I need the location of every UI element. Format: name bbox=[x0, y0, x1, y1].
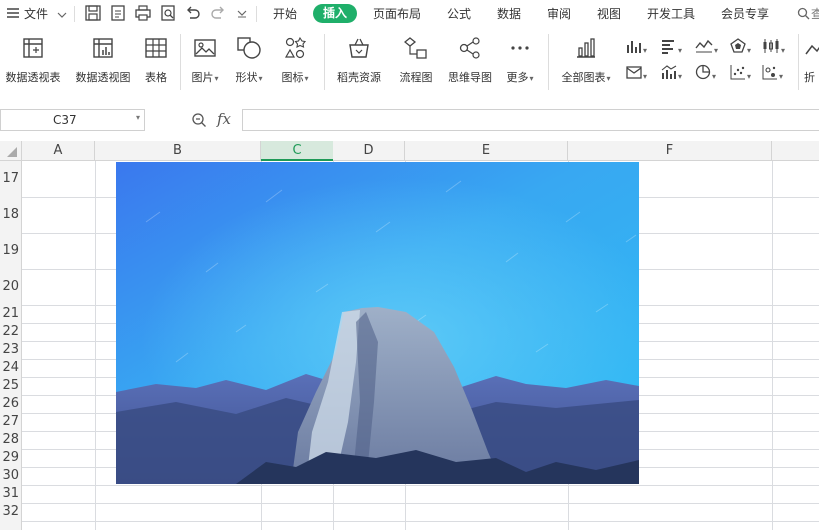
customize-toolbar-icon[interactable] bbox=[236, 8, 248, 22]
picture-button[interactable]: 图片▾ bbox=[186, 36, 224, 85]
file-menu[interactable]: 文件 bbox=[24, 5, 48, 22]
combo-chart-icon bbox=[661, 65, 677, 79]
pivot-chart-icon bbox=[72, 36, 134, 63]
bubble-chart-icon bbox=[762, 65, 777, 80]
stock-chart-icon bbox=[763, 39, 779, 53]
row-header[interactable]: 23 bbox=[0, 341, 22, 359]
search-icon[interactable] bbox=[797, 7, 810, 23]
print-preview-icon[interactable] bbox=[159, 4, 177, 25]
mindmap-icon bbox=[444, 36, 496, 63]
search-label[interactable]: 查 bbox=[811, 5, 819, 22]
row-header[interactable]: 24 bbox=[0, 359, 22, 377]
fx-icon[interactable]: fx bbox=[217, 110, 231, 128]
column-header-partial[interactable] bbox=[772, 141, 819, 161]
pie-chart-icon bbox=[695, 64, 711, 80]
tab-view[interactable]: 视图 bbox=[597, 5, 621, 22]
tab-developer[interactable]: 开发工具 bbox=[647, 5, 695, 22]
all-charts-button[interactable]: 全部图表▾ bbox=[556, 36, 616, 85]
icon-library-icon bbox=[276, 36, 314, 63]
line-chart-button[interactable]: ▾ bbox=[695, 38, 718, 57]
scatter-chart-button[interactable]: ▾ bbox=[730, 64, 751, 83]
pivot-table-button[interactable]: 数据透视表 bbox=[2, 36, 64, 85]
row-header[interactable]: 20 bbox=[0, 269, 22, 305]
column-chart-button[interactable]: ▾ bbox=[626, 38, 647, 57]
flowchart-button[interactable]: 流程图 bbox=[394, 36, 438, 85]
save-icon[interactable] bbox=[84, 4, 102, 25]
stock-chart-button[interactable]: ▾ bbox=[762, 38, 785, 57]
row-header[interactable]: 31 bbox=[0, 485, 22, 503]
column-chart-icon bbox=[627, 41, 641, 53]
area-chart-button[interactable]: ▾ bbox=[626, 64, 647, 83]
more-button[interactable]: 更多▾ bbox=[502, 36, 538, 85]
bubble-chart-button[interactable]: ▾ bbox=[762, 64, 783, 83]
combo-chart-button[interactable]: ▾ bbox=[661, 64, 682, 83]
column-header-a[interactable]: A bbox=[22, 141, 95, 161]
row-header[interactable] bbox=[0, 521, 22, 530]
column-header-e[interactable]: E bbox=[405, 141, 568, 161]
area-chart-icon bbox=[626, 66, 642, 79]
row-header[interactable]: 26 bbox=[0, 395, 22, 413]
line-sparkline-button[interactable]: 折 bbox=[804, 36, 819, 85]
tab-member[interactable]: 会员专享 bbox=[721, 5, 769, 22]
table-icon bbox=[140, 36, 172, 63]
print-icon[interactable] bbox=[134, 4, 152, 25]
menu-bar: 文件 开始 插入 页面布局 公式 数据 审阅 视图 开发工具 会员专享 查 bbox=[0, 0, 819, 28]
row-header[interactable]: 27 bbox=[0, 413, 22, 431]
more-dots-icon bbox=[502, 36, 538, 63]
tab-page-layout[interactable]: 页面布局 bbox=[373, 5, 421, 22]
row-header[interactable]: 28 bbox=[0, 431, 22, 449]
pivot-chart-button[interactable]: 数据透视图 bbox=[72, 36, 134, 85]
column-header-f[interactable]: F bbox=[568, 141, 772, 161]
tab-formulas[interactable]: 公式 bbox=[447, 5, 471, 22]
redo-icon[interactable] bbox=[209, 4, 227, 25]
column-header-d[interactable]: D bbox=[333, 141, 405, 161]
row-header[interactable]: 17 bbox=[0, 161, 22, 197]
row-header[interactable]: 18 bbox=[0, 197, 22, 233]
sparkline-icon bbox=[804, 36, 819, 63]
row-header[interactable]: 25 bbox=[0, 377, 22, 395]
table-button[interactable]: 表格 bbox=[140, 36, 172, 85]
row-header[interactable]: 22 bbox=[0, 323, 22, 341]
export-pdf-icon[interactable] bbox=[109, 4, 127, 25]
tab-home[interactable]: 开始 bbox=[273, 5, 297, 22]
horizontal-bar-icon bbox=[662, 40, 674, 54]
row-header[interactable]: 21 bbox=[0, 305, 22, 323]
bar-chart-horizontal-button[interactable]: ▾ bbox=[661, 38, 682, 57]
name-box[interactable]: C37 ▾ bbox=[0, 109, 145, 131]
icon-button[interactable]: 图标▾ bbox=[276, 36, 314, 85]
undo-icon[interactable] bbox=[184, 4, 202, 25]
wps-resources-button[interactable]: 稻壳资源 bbox=[332, 36, 386, 85]
pie-chart-button[interactable]: ▾ bbox=[695, 64, 716, 83]
tab-review[interactable]: 审阅 bbox=[547, 5, 571, 22]
column-header-b[interactable]: B bbox=[95, 141, 261, 161]
chevron-down-icon[interactable]: ▾ bbox=[136, 113, 140, 122]
formula-input[interactable] bbox=[242, 109, 819, 131]
shape-button[interactable]: 形状▾ bbox=[230, 36, 268, 85]
row-header[interactable]: 29 bbox=[0, 449, 22, 467]
formula-bar: C37 ▾ fx bbox=[0, 103, 819, 137]
hamburger-icon[interactable] bbox=[6, 6, 20, 23]
column-header-c[interactable]: C bbox=[261, 141, 333, 161]
picture-icon bbox=[186, 36, 224, 63]
line-chart-icon bbox=[695, 39, 713, 53]
tab-data[interactable]: 数据 bbox=[497, 5, 521, 22]
radar-chart-icon bbox=[730, 38, 746, 53]
resources-basket-icon bbox=[332, 36, 386, 63]
ribbon-insert: 数据透视表 数据透视图 表格 图片▾ 形状▾ 图标▾ 稻壳资源 流程图 思维导图… bbox=[0, 28, 819, 98]
pivot-table-icon bbox=[2, 36, 64, 63]
mindmap-button[interactable]: 思维导图 bbox=[444, 36, 496, 85]
inserted-picture[interactable] bbox=[116, 162, 639, 484]
shape-icon bbox=[230, 36, 268, 63]
chevron-down-icon[interactable] bbox=[57, 8, 67, 22]
flowchart-icon bbox=[394, 36, 438, 63]
scatter-chart-icon bbox=[730, 65, 745, 80]
radar-chart-button[interactable]: ▾ bbox=[730, 38, 751, 57]
bar-chart-icon bbox=[556, 36, 616, 63]
row-header[interactable]: 32 bbox=[0, 503, 22, 521]
row-header[interactable]: 19 bbox=[0, 233, 22, 269]
zoom-formula-icon[interactable] bbox=[191, 112, 207, 131]
select-all-corner[interactable] bbox=[0, 141, 22, 161]
tab-insert[interactable]: 插入 bbox=[313, 4, 357, 23]
row-header[interactable]: 30 bbox=[0, 467, 22, 485]
